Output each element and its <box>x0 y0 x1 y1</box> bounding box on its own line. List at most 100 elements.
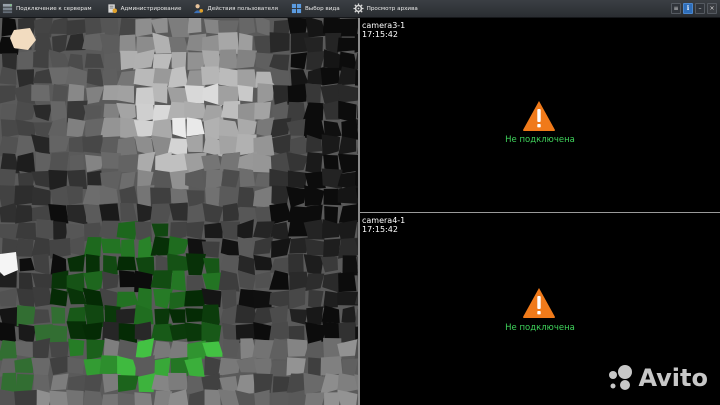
mosaic-tile <box>257 83 275 104</box>
mosaic-tile <box>321 305 340 324</box>
mosaic-tile <box>308 289 324 310</box>
mosaic-tile <box>14 101 37 123</box>
mosaic-tile <box>218 49 238 70</box>
mosaic-tile <box>99 203 120 223</box>
mosaic-tile <box>305 83 322 106</box>
menu-button[interactable]: ≡ <box>671 3 681 14</box>
mosaic-tile <box>167 372 188 391</box>
mosaic-tile <box>304 340 323 361</box>
mosaic-tile <box>31 170 52 188</box>
camera-pane-1[interactable]: camera3-1 17:15:42 Не подключена <box>360 18 720 212</box>
toolbar-servers-button[interactable]: Подключение к серверам <box>0 0 95 18</box>
mosaic-tile <box>338 272 357 293</box>
mosaic-tile <box>66 19 88 36</box>
mosaic-tile <box>287 170 307 189</box>
mosaic-tile <box>32 68 52 84</box>
mosaic-tile <box>320 256 338 273</box>
mosaic-tile <box>66 204 88 225</box>
avito-logo-icon <box>609 365 633 390</box>
mosaic-tile <box>84 154 105 173</box>
mosaic-tile <box>218 186 236 207</box>
mosaic-tile <box>204 389 221 405</box>
avito-watermark: Avito <box>605 363 708 393</box>
mosaic-tile <box>69 154 84 173</box>
mosaic-tile <box>222 203 240 222</box>
mosaic-tile <box>337 83 358 103</box>
mosaic-tile <box>100 238 122 254</box>
mosaic-tile <box>237 236 254 258</box>
mosaic-tile <box>49 341 70 359</box>
mosaic-tile <box>269 257 291 273</box>
mosaic-tile <box>236 356 257 373</box>
mosaic-tile <box>305 322 326 344</box>
mosaic-tile <box>255 271 273 289</box>
mosaic-tile <box>203 19 220 35</box>
mosaic-tile <box>185 253 206 276</box>
connection-status: Не подключена <box>505 323 575 333</box>
archive-gear-icon <box>353 3 364 14</box>
mosaic-tile <box>33 309 51 324</box>
mosaic-tile <box>33 49 49 69</box>
close-button[interactable]: × <box>707 3 717 14</box>
warning-icon <box>523 101 555 131</box>
connection-status: Не подключена <box>505 135 575 145</box>
mosaic-tile <box>323 238 341 259</box>
mosaic-tile <box>67 356 85 374</box>
toolbar-admin-button[interactable]: Администрирование <box>104 0 185 18</box>
mosaic-tile <box>120 238 136 259</box>
mosaic-tile <box>133 355 155 377</box>
mosaic-tile <box>0 85 16 104</box>
mosaic-tile <box>269 321 290 341</box>
toolbar-archive-button[interactable]: Просмотр архива <box>350 0 421 18</box>
mosaic-tile <box>152 83 168 104</box>
camera-feed-mosaic[interactable] <box>0 18 358 405</box>
mosaic-tile <box>236 49 258 69</box>
mosaic-tile <box>338 136 357 155</box>
mosaic-tile <box>134 392 153 405</box>
mosaic-tile <box>15 222 37 241</box>
mosaic-tile <box>237 69 258 89</box>
mosaic-tile <box>187 18 202 34</box>
mosaic-tile <box>119 18 139 37</box>
camera-name: camera4-1 <box>362 216 406 225</box>
mosaic-tile <box>337 389 358 405</box>
mosaic-tile <box>220 100 241 120</box>
mosaic-tile <box>31 273 54 290</box>
mosaic-tile <box>116 220 138 240</box>
mosaic-tile <box>68 338 85 357</box>
mosaic-tile <box>67 254 85 272</box>
user-actions-icon <box>194 4 204 14</box>
mosaic-tile <box>338 204 358 223</box>
mosaic-tile <box>48 117 69 138</box>
info-button[interactable]: i <box>683 3 693 14</box>
mosaic-tile <box>305 273 325 292</box>
toolbar-admin-label: Администрирование <box>120 5 182 12</box>
mosaic-tile <box>67 374 87 393</box>
admin-icon <box>107 4 117 14</box>
mosaic-tile <box>252 185 274 208</box>
mosaic-tile <box>205 169 223 190</box>
mosaic-tile <box>321 134 341 156</box>
mosaic-tile <box>253 254 273 271</box>
toolbar-user-actions-button[interactable]: Действия пользователя <box>190 0 281 18</box>
minimize-button[interactable]: – <box>695 3 705 14</box>
mosaic-tile <box>50 373 69 391</box>
mosaic-tile <box>341 306 357 325</box>
mosaic-tile <box>152 53 173 70</box>
mosaic-tile <box>150 203 173 224</box>
mosaic-tile <box>323 290 339 308</box>
mosaic-tile <box>169 202 189 221</box>
mosaic-tile <box>219 67 240 89</box>
mosaic-tile <box>286 151 309 172</box>
mosaic-tile <box>17 50 36 71</box>
mosaic-tile <box>320 67 340 86</box>
toolbar-view-select-button[interactable]: Выбор вида <box>288 0 343 18</box>
mosaic-tile <box>168 291 188 310</box>
toolbar-servers-label: Подключение к серверам <box>16 5 92 12</box>
mosaic-tile <box>48 152 69 173</box>
mosaic-tile <box>82 135 103 154</box>
mosaic-tile <box>290 52 308 70</box>
mosaic-tile <box>237 85 254 102</box>
mosaic-tile <box>304 392 326 405</box>
mosaic-tile <box>0 372 18 393</box>
